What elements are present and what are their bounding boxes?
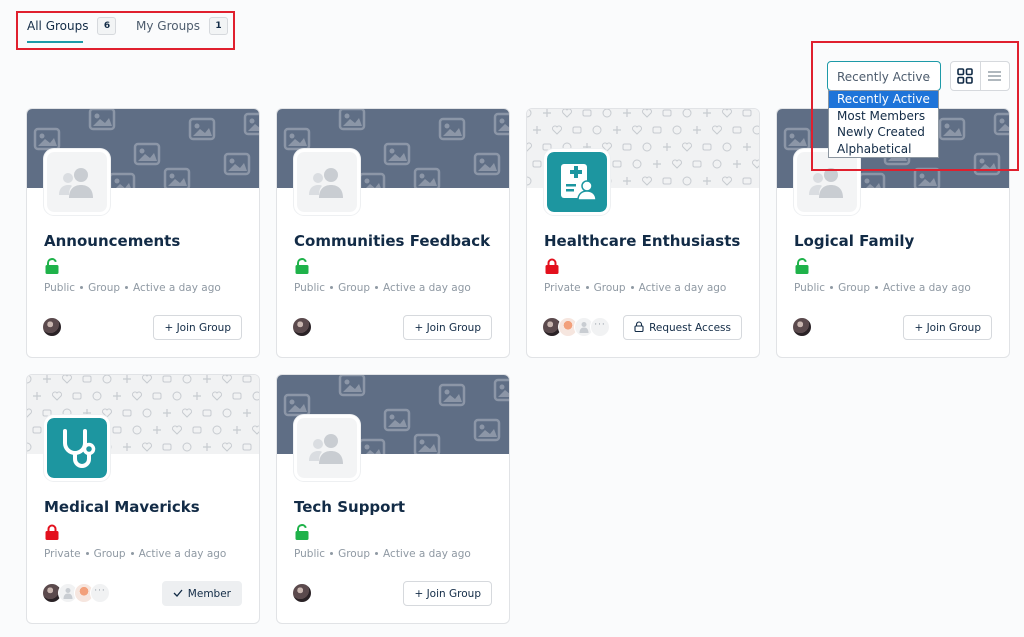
request-access-button-label: Request Access <box>649 321 731 334</box>
tabs-highlight-box <box>16 11 235 50</box>
list-view-icon <box>988 71 1002 81</box>
group-activity: Active a day ago <box>883 282 971 294</box>
group-members <box>292 317 312 337</box>
sort-options-menu: Recently Active Most Members Newly Creat… <box>828 90 939 158</box>
group-title[interactable]: Communities Feedback <box>294 232 490 250</box>
more-members-icon[interactable]: ··· <box>590 317 610 337</box>
group-type: Group <box>88 282 121 294</box>
sort-selected-label: Recently Active <box>837 70 930 84</box>
group-meta: Public Group Active a day ago <box>294 282 471 294</box>
sort-option-newly-created[interactable]: Newly Created <box>829 124 938 141</box>
group-type: Group <box>593 282 626 294</box>
more-members-icon[interactable]: ··· <box>90 583 110 603</box>
sort-option-most-members[interactable]: Most Members <box>829 108 938 125</box>
group-activity: Active a day ago <box>383 282 471 294</box>
grid-view-icon <box>957 68 974 84</box>
group-type: Group <box>93 548 126 560</box>
group-activity: Active a day ago <box>133 282 221 294</box>
group-title[interactable]: Medical Mavericks <box>44 498 200 516</box>
group-members <box>792 317 812 337</box>
group-title[interactable]: Tech Support <box>294 498 405 516</box>
list-view-button[interactable] <box>979 62 1009 90</box>
group-visibility: Public <box>44 282 76 294</box>
sort-option-alphabetical[interactable]: Alphabetical <box>829 141 938 158</box>
group-visibility: Private <box>544 282 581 294</box>
group-avatar[interactable] <box>44 415 110 481</box>
join-group-button[interactable]: + Join Group <box>403 315 492 340</box>
join-group-button[interactable]: + Join Group <box>903 315 992 340</box>
sort-select[interactable]: Recently Active ⌄ <box>827 61 941 91</box>
group-meta: Public Group Active a day ago <box>44 282 221 294</box>
group-members: ··· <box>42 583 110 603</box>
group-avatar[interactable] <box>294 415 360 481</box>
group-card[interactable]: Tech Support Public Group Active a day ago… <box>276 374 510 624</box>
group-avatar[interactable] <box>294 149 360 215</box>
group-visibility: Public <box>294 282 326 294</box>
group-members <box>292 583 312 603</box>
group-card[interactable]: Healthcare Enthusiasts Private Group Activ… <box>526 108 760 358</box>
unlocked-icon <box>294 524 310 544</box>
member-avatar[interactable] <box>292 317 312 337</box>
group-card[interactable]: Announcements Public Group Active a day ag… <box>26 108 260 358</box>
check-icon <box>173 588 183 600</box>
group-card[interactable]: Communities Feedback Public Group Active a… <box>276 108 510 358</box>
group-type: Group <box>338 282 371 294</box>
group-visibility: Private <box>44 548 81 560</box>
group-avatar[interactable] <box>794 149 860 215</box>
group-members: ··· <box>542 317 610 337</box>
group-title[interactable]: Healthcare Enthusiasts <box>544 232 740 250</box>
group-meta: Private Group Active a day ago <box>44 548 226 560</box>
join-group-button[interactable]: + Join Group <box>403 581 492 606</box>
request-access-button[interactable]: Request Access <box>623 315 742 340</box>
group-meta: Public Group Active a day ago <box>294 548 471 560</box>
sort-option-recently-active[interactable]: Recently Active <box>829 91 938 108</box>
join-group-button-label: + Join Group <box>414 321 481 334</box>
join-group-button-label: + Join Group <box>164 321 231 334</box>
group-meta: Public Group Active a day ago <box>794 282 971 294</box>
locked-icon <box>544 258 560 278</box>
unlocked-icon <box>44 258 60 278</box>
member-button[interactable]: Member <box>161 581 242 606</box>
chevron-down-icon: ⌄ <box>924 72 932 82</box>
group-visibility: Public <box>294 548 326 560</box>
group-meta: Private Group Active a day ago <box>544 282 726 294</box>
group-title[interactable]: Announcements <box>44 232 180 250</box>
group-activity: Active a day ago <box>138 548 227 560</box>
group-title[interactable]: Logical Family <box>794 232 914 250</box>
lock-icon <box>634 320 644 335</box>
locked-icon <box>44 524 60 544</box>
view-toggle <box>950 61 1010 91</box>
join-group-button-label: + Join Group <box>414 587 481 600</box>
group-avatar[interactable] <box>544 149 610 215</box>
unlocked-icon <box>794 258 810 278</box>
group-avatar[interactable] <box>44 149 110 215</box>
member-button-label: Member <box>187 587 231 600</box>
group-card[interactable]: Medical Mavericks Private Group Active a d… <box>26 374 260 624</box>
group-activity: Active a day ago <box>383 548 471 560</box>
unlocked-icon <box>294 258 310 278</box>
group-type: Group <box>838 282 871 294</box>
member-avatar[interactable] <box>292 583 312 603</box>
group-visibility: Public <box>794 282 826 294</box>
grid-view-button[interactable] <box>951 62 980 90</box>
member-avatar[interactable] <box>792 317 812 337</box>
join-group-button[interactable]: + Join Group <box>153 315 242 340</box>
group-members <box>42 317 62 337</box>
join-group-button-label: + Join Group <box>914 321 981 334</box>
member-avatar[interactable] <box>42 317 62 337</box>
group-activity: Active a day ago <box>638 282 727 294</box>
group-type: Group <box>338 548 371 560</box>
